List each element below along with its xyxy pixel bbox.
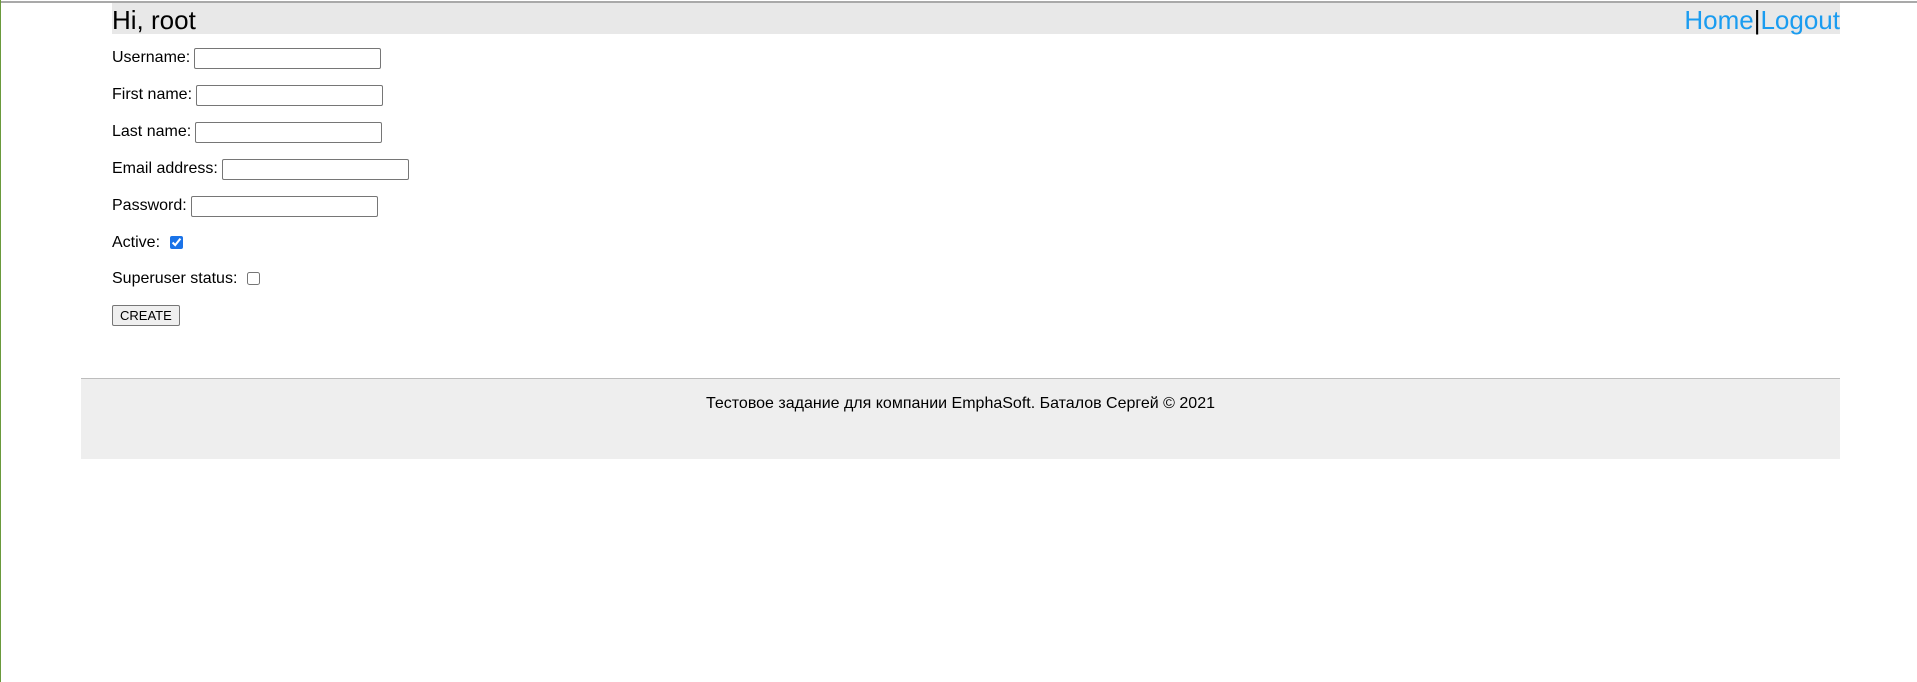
logout-link[interactable]: Logout: [1760, 5, 1840, 35]
footer-text: Тестовое задание для компании EmphaSoft.…: [706, 395, 1215, 412]
create-user-form: Username: First name: Last name: Email a…: [112, 48, 409, 342]
active-label: Active:: [112, 234, 161, 251]
create-button[interactable]: CREATE: [112, 305, 180, 326]
superuser-row: Superuser status:: [112, 269, 409, 305]
footer: Тестовое задание для компании EmphaSoft.…: [81, 378, 1840, 459]
password-label: Password:: [112, 197, 187, 214]
first-name-label: First name:: [112, 86, 193, 103]
superuser-label: Superuser status:: [112, 270, 238, 287]
email-label: Email address:: [112, 160, 218, 177]
home-link[interactable]: Home: [1684, 5, 1753, 35]
active-checkbox[interactable]: [170, 236, 184, 249]
first-name-input[interactable]: [196, 85, 384, 106]
username-row: Username:: [112, 48, 409, 85]
last-name-input[interactable]: [195, 122, 383, 143]
header-bar: Hi, root Home|Logout: [112, 3, 1840, 35]
active-row: Active:: [112, 233, 409, 269]
page: Hi, root Home|Logout Username: First nam…: [0, 0, 1917, 682]
first-name-row: First name:: [112, 85, 409, 122]
last-name-row: Last name:: [112, 122, 409, 159]
email-input[interactable]: [221, 159, 409, 180]
password-row: Password:: [112, 196, 409, 233]
username-label: Username:: [112, 49, 191, 66]
submit-row: CREATE: [112, 305, 409, 342]
greeting-text: Hi, root: [112, 5, 196, 35]
last-name-label: Last name:: [112, 123, 192, 140]
nav-links: Home|Logout: [1684, 5, 1840, 35]
username-input[interactable]: [194, 48, 382, 69]
email-row: Email address:: [112, 159, 409, 196]
password-input[interactable]: [190, 196, 378, 217]
superuser-checkbox[interactable]: [247, 272, 261, 285]
